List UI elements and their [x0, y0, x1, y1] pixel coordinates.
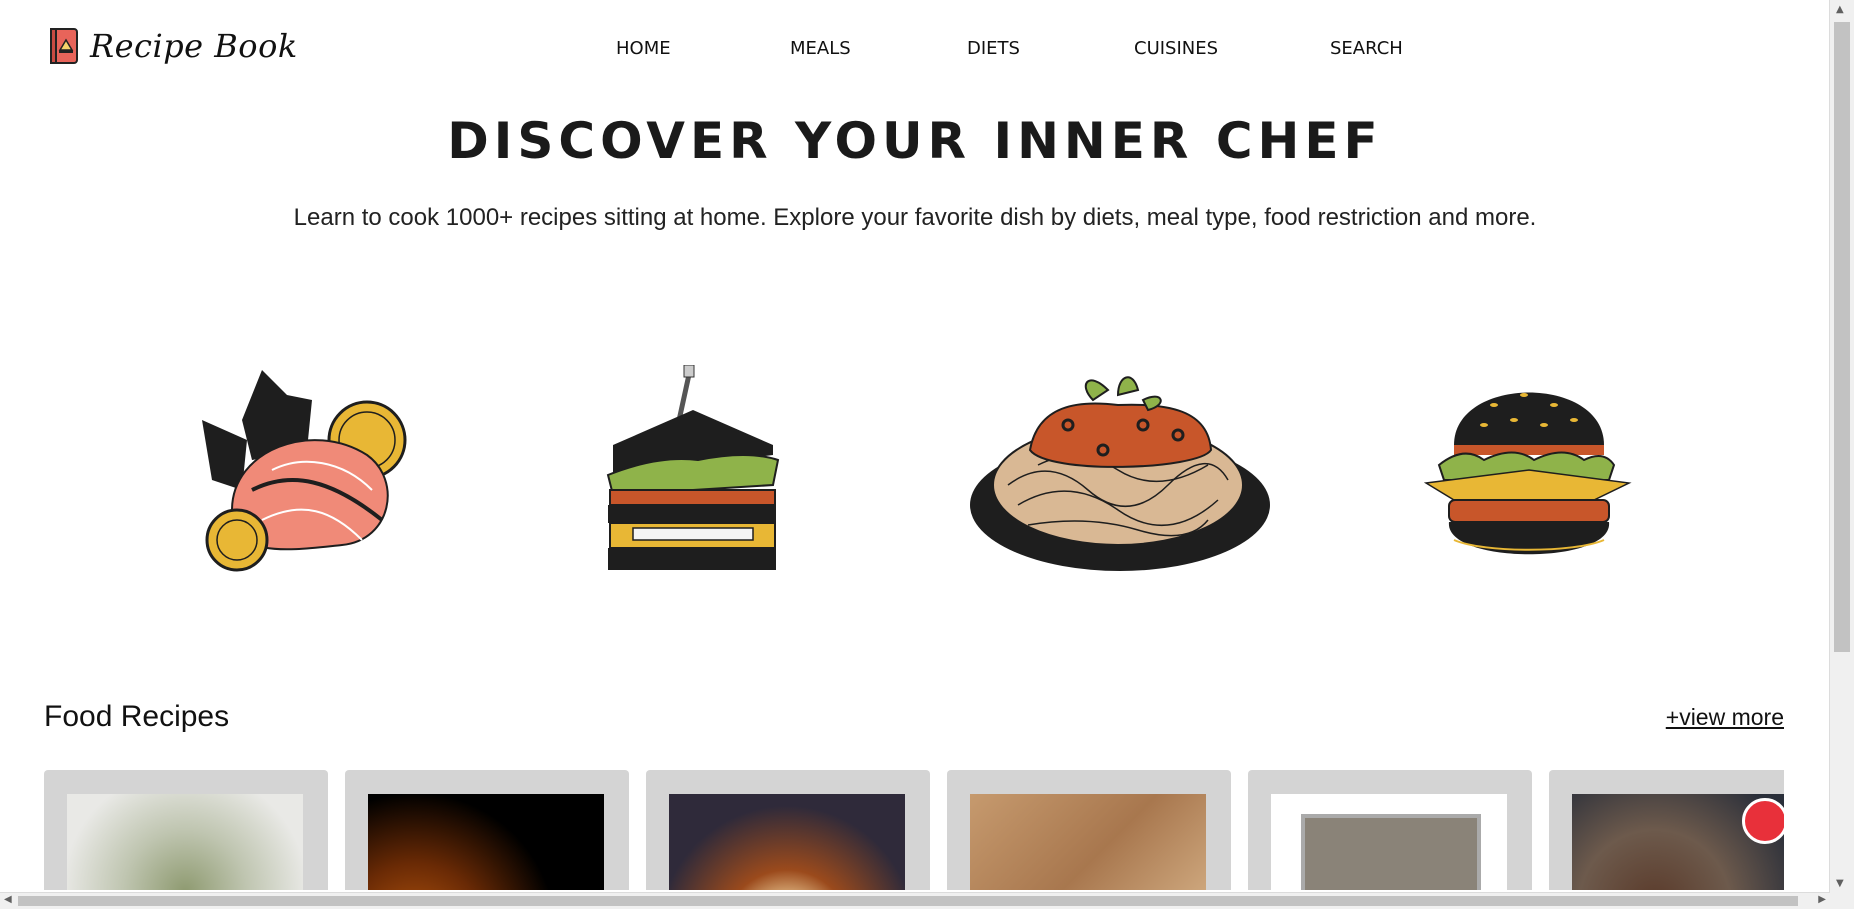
food-recipes-title: Food Recipes — [44, 700, 230, 733]
recipe-card[interactable] — [646, 770, 930, 890]
brand-name: Recipe Book — [90, 27, 298, 65]
recipe-thumbnail — [970, 794, 1206, 890]
scrollbar-corner — [1830, 893, 1854, 909]
salmon-lemon-icon — [202, 370, 407, 572]
view-more-link[interactable]: +view more — [1666, 704, 1784, 731]
scroll-down-icon[interactable]: ▼ — [1836, 878, 1844, 889]
vertical-scroll-thumb[interactable] — [1834, 22, 1850, 652]
hero-subtitle: Learn to cook 1000+ recipes sitting at h… — [293, 204, 1537, 231]
nav-search[interactable]: SEARCH — [1330, 38, 1403, 59]
site-header: Recipe Book HOME MEALS DIETS CUISINES SE… — [0, 0, 1830, 96]
recipe-book-icon — [50, 28, 78, 64]
spaghetti-icon — [970, 376, 1270, 571]
scroll-left-icon[interactable]: ◀ — [4, 894, 12, 905]
nav-home[interactable]: HOME — [616, 38, 671, 59]
brand-logo[interactable]: Recipe Book — [48, 26, 298, 66]
recipe-thumbnail — [67, 794, 303, 890]
nav-cuisines[interactable]: CUISINES — [1134, 38, 1218, 59]
hero-title: DISCOVER YOUR INNER CHEF — [447, 112, 1383, 170]
recipe-thumbnail — [368, 794, 604, 890]
scroll-up-icon[interactable]: ▲ — [1836, 4, 1844, 15]
recipe-cards — [44, 770, 1784, 890]
scroll-right-icon[interactable]: ▶ — [1818, 894, 1826, 905]
recipe-thumbnail — [1271, 794, 1507, 890]
recipe-card[interactable] — [1549, 770, 1784, 890]
horizontal-scroll-thumb[interactable] — [18, 896, 1798, 906]
recipe-card[interactable] — [947, 770, 1231, 890]
horizontal-scrollbar[interactable]: ◀ ▶ — [0, 892, 1830, 909]
vertical-scrollbar[interactable]: ▲ ▼ — [1829, 0, 1854, 893]
recipe-card[interactable] — [1248, 770, 1532, 890]
nav-meals[interactable]: MEALS — [790, 38, 851, 59]
recipe-thumbnail — [669, 794, 905, 890]
club-sandwich-icon — [606, 365, 780, 570]
recipe-card[interactable] — [345, 770, 629, 890]
nav-diets[interactable]: DIETS — [967, 38, 1020, 59]
burger-icon — [1424, 392, 1632, 555]
recipe-thumbnail — [1572, 794, 1784, 890]
recipe-card[interactable] — [44, 770, 328, 890]
